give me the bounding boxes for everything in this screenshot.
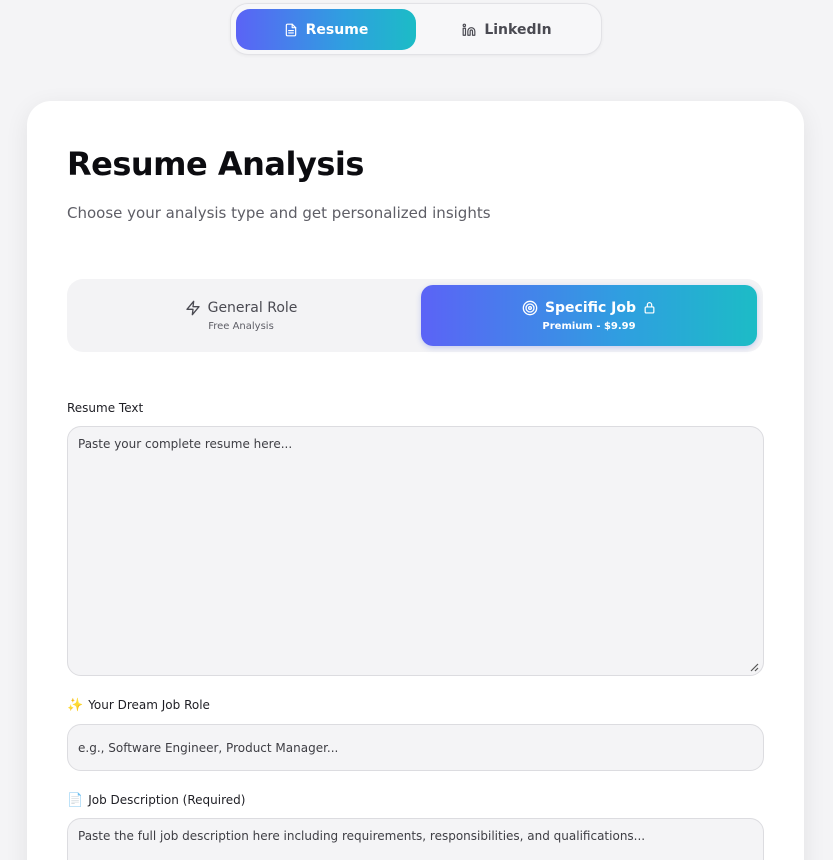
analysis-card: Resume Analysis Choose your analysis typ… <box>27 101 804 860</box>
page-subtitle: Choose your analysis type and get person… <box>67 204 491 222</box>
tab-resume-label: Resume <box>305 21 369 38</box>
general-role-label: General Role <box>207 299 298 316</box>
tab-linkedin[interactable]: LinkedIn <box>417 9 597 50</box>
target-icon <box>522 300 538 315</box>
resume-text-label: Resume Text <box>67 401 143 415</box>
dream-job-input[interactable] <box>67 724 764 771</box>
sparkles-icon: ✨ <box>67 697 84 713</box>
page-icon: 📄 <box>67 792 84 808</box>
job-description-textarea[interactable] <box>67 818 764 860</box>
main-mode-switch: Resume LinkedIn <box>230 3 602 55</box>
general-role-option[interactable]: General Role Free Analysis <box>73 285 409 346</box>
tab-linkedin-label: LinkedIn <box>484 21 552 38</box>
specific-job-label: Specific Job <box>544 299 637 316</box>
page-title: Resume Analysis <box>67 145 364 183</box>
resize-handle-icon[interactable] <box>749 662 759 672</box>
analysis-type-switch: General Role Free Analysis Specific Job … <box>67 279 763 352</box>
job-description-label-text: Job Description (Required) <box>88 793 246 807</box>
resume-text-label-text: Resume Text <box>67 401 144 415</box>
dream-job-label-text: Your Dream Job Role <box>88 698 210 712</box>
document-icon <box>285 23 296 36</box>
lightning-icon <box>185 300 200 315</box>
dream-job-label: ✨ Your Dream Job Role <box>67 698 210 712</box>
general-role-sub: Free Analysis <box>208 320 274 332</box>
job-description-label: 📄 Job Description (Required) <box>67 793 245 807</box>
specific-job-sub: Premium - $9.99 <box>542 320 636 332</box>
linkedin-icon <box>462 23 476 36</box>
tab-resume[interactable]: Resume <box>236 9 416 50</box>
lock-icon <box>644 302 655 314</box>
resume-textarea[interactable] <box>67 426 764 676</box>
specific-job-option[interactable]: Specific Job Premium - $9.99 <box>421 285 757 346</box>
